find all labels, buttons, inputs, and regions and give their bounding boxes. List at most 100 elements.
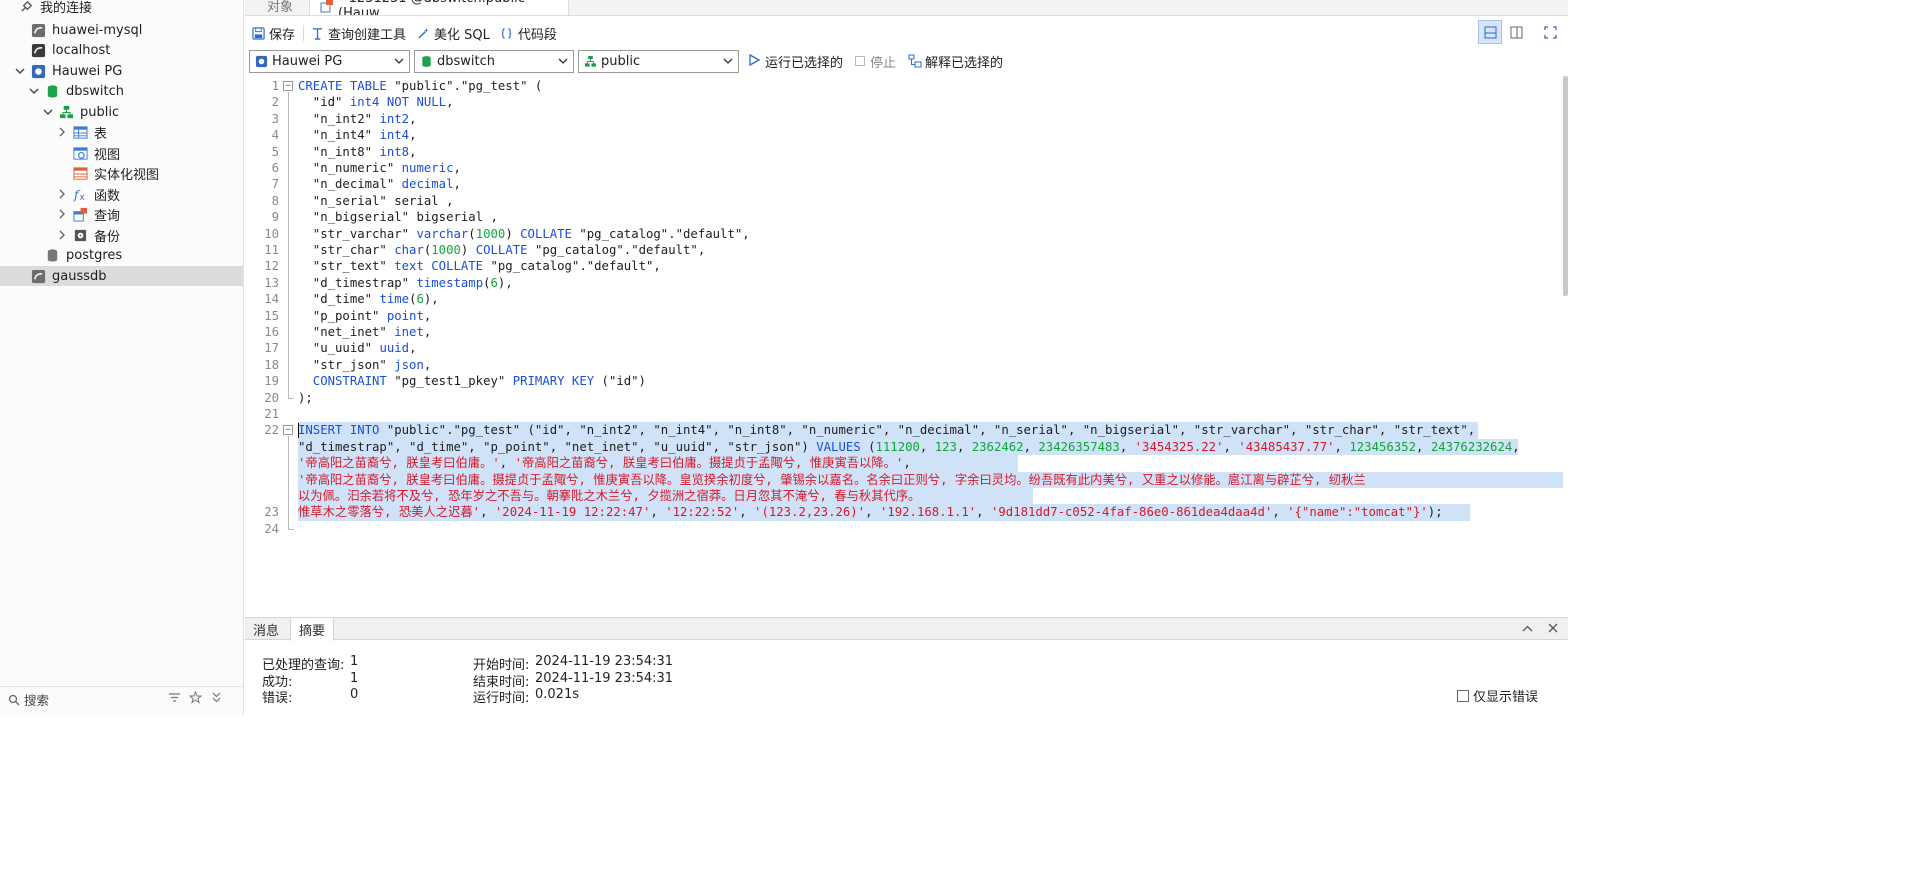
line-number: 9 [271,210,279,225]
query-builder-button[interactable]: 查询创建工具 [310,24,406,43]
code-line: ); [298,390,313,406]
code-token: int2 [379,111,410,126]
code-token: 惟草木之零落兮, 恐美人之迟暮' [298,505,481,520]
tree-item-views[interactable]: 视图 [0,143,243,163]
close-panel-icon[interactable] [1546,621,1560,635]
code-token: "u_uuid" [298,341,380,356]
database-select[interactable]: dbswitch [414,49,574,73]
tree-item-hauwei-pg[interactable]: Hauwei PG [0,61,243,81]
postgresql-connection-icon [254,54,268,68]
code-line: 以为佩。汩余若将不及兮, 恐年岁之不吾与。朝搴阰之木兰兮, 夕揽洲之宿莽。日月忽… [298,488,920,504]
tab-messages[interactable]: 消息 [245,618,287,640]
code-line: "d_time" time(6), [298,291,439,307]
beautify-sql-button[interactable]: 美化 SQL [416,24,490,43]
split-layout-toggle[interactable] [1504,20,1528,44]
line-number: 24 [264,521,279,536]
code-line: "str_text" text COLLATE "pg_catalog"."de… [298,258,661,274]
code-token: , [956,439,972,454]
stop-button[interactable]: 停止 [855,52,896,71]
filter-icon[interactable] [168,691,181,708]
schema-select[interactable]: public [578,49,739,73]
tree-item-gaussdb[interactable]: gaussdb [0,266,243,286]
search-input[interactable]: 搜索 [24,690,49,709]
code-token: time [379,292,410,307]
tree-item-queries[interactable]: 查询 [0,204,243,224]
tab-objects[interactable]: 对象 [257,0,303,15]
result-panel: 消息 摘要 已处理的查询: 1 成功: 1 错误: 0 开始时间: 2024-1… [245,617,1568,715]
fold-guide [288,436,289,529]
code-token: , [1223,439,1239,454]
chevron-right-icon[interactable] [56,126,68,138]
code-token: , [409,111,417,126]
code-token: 1000 [431,243,461,257]
code-token: "n_decimal" [298,177,402,192]
code-token: INSERT INTO [298,423,380,438]
explain-selected-button[interactable]: 解释已选择的 [908,52,1003,71]
maximize-panel-icon[interactable] [1520,621,1534,635]
code-token: inet [394,325,424,339]
show-errors-only-checkbox[interactable]: 仅显示错误 [1456,686,1538,705]
code-token: 以为佩。汩余若将不及兮, 恐年岁之不吾与。朝搴阰之木兰兮, 夕揽洲之宿莽。日月忽… [298,489,921,503]
fold-toggle-icon[interactable]: − [283,425,293,436]
database-icon [44,247,60,263]
collapse-icon[interactable] [210,691,223,708]
code-line: "n_bigserial" bigserial , [298,209,498,225]
connection-select[interactable]: Hauwei PG [249,49,410,73]
code-token: , [1512,439,1520,454]
save-button[interactable]: 保存 [251,24,295,43]
code-token: 24376232624 [1430,439,1513,454]
tab-summary[interactable]: 摘要 [290,618,335,641]
code-line: "n_int4" int4, [298,127,417,143]
chevron-down-icon[interactable] [28,85,40,97]
fold-toggle-icon[interactable]: − [283,81,293,91]
chevron-down-icon[interactable] [14,65,26,77]
code-line: "n_decimal" decimal, [298,176,461,192]
line-number: 18 [264,357,279,372]
editor-toolbar: 保存 查询创建工具 美化 SQL 代码段 [245,20,1568,46]
stacked-layout-toggle[interactable] [1478,20,1502,44]
sidebar-search[interactable]: 搜索 [0,686,243,712]
code-line: CREATE TABLE "public"."pg_test" ( [298,78,542,94]
line-number: 12 [264,259,279,274]
checkbox-box[interactable] [1456,689,1469,702]
fullscreen-toggle[interactable] [1538,20,1562,44]
tree-item-backups[interactable]: 备份 [0,225,243,245]
tree-item-postgres[interactable]: postgres [0,245,243,265]
view-icon [72,145,88,161]
tree-item-functions[interactable]: fx 函数 [0,184,243,204]
line-number: 1 [271,79,279,93]
start-time-value: 2024-11-19 23:54:31 [535,654,674,669]
chevron-right-icon[interactable] [56,229,68,241]
tree-item-materialized-views[interactable]: 实体化视图 [0,163,243,183]
tree-item-public[interactable]: public [0,102,243,122]
line-number: 3 [271,111,279,126]
explain-icon [908,54,922,68]
chevron-right-icon[interactable] [56,188,68,200]
postgresql-connection-icon [30,63,46,79]
run-selected-button[interactable]: 运行已选择的 [749,52,843,71]
tab-query[interactable]: * 1231231 @dbswitch.public (Hauw... [309,0,569,15]
tree-item-dbswitch[interactable]: dbswitch [0,81,243,101]
code-token: ), [423,292,439,307]
line-number: 22 [264,423,279,438]
tree-item-localhost[interactable]: localhost [0,40,243,60]
code-token: COLLATE [520,226,572,241]
code-line: "n_serial" serial , [298,193,454,209]
sql-editor[interactable]: 1 2 3 4 5 6 7 8 9 10 11 12 13 14 15 16 17 18 19 20 21 22 23 24−… [245,76,1563,616]
code-token: '帝高阳之苗裔兮, 朕皇考曰伯庸。摄提贞于孟陬兮, 惟庚寅吾以降。' [514,456,904,471]
fold-guide-end [288,528,294,530]
code-token: ( [468,226,476,241]
result-tabs: 消息 摘要 [245,618,1568,641]
code-snippet-button[interactable]: 代码段 [500,24,557,43]
tree-item-tables[interactable]: 表 [0,122,243,142]
chevron-down-icon[interactable] [42,106,54,118]
line-number: 20 [264,390,279,405]
editor-vertical-scrollbar[interactable] [1563,76,1568,616]
line-number: 21 [264,407,279,421]
star-icon[interactable] [188,690,203,708]
tree-item-huawei-mysql[interactable]: huawei-mysql [0,20,243,40]
chevron-right-icon[interactable] [56,208,68,220]
scrollbar-thumb[interactable] [1563,76,1568,296]
code-token: "n_numeric" [298,161,402,175]
line-number [245,439,279,455]
